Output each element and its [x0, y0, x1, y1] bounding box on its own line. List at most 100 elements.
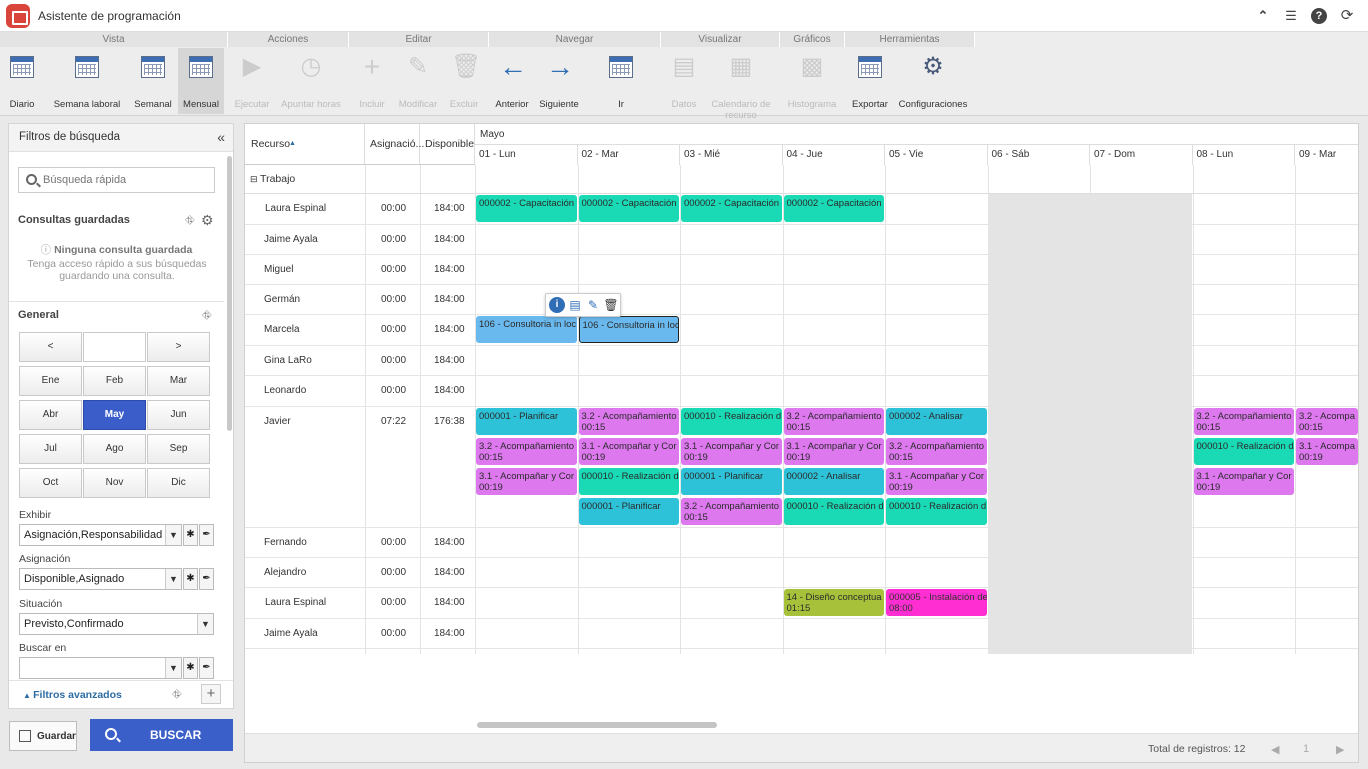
schedule-event[interactable]: 000010 - Realización d — [1193, 438, 1294, 465]
month-jun[interactable]: Jun — [147, 400, 210, 430]
month-feb[interactable]: Feb — [83, 366, 146, 396]
clear-filter-icon[interactable]: ✒ — [199, 568, 214, 590]
schedule-event[interactable]: 3.2 - Acompa 00:15 — [1296, 408, 1358, 435]
advanced-filters-toggle[interactable]: ▲ Filtros avanzados ⛗ + — [9, 680, 233, 708]
collapse-panel-icon[interactable]: « — [217, 129, 225, 145]
log-hours-button[interactable]: ◷ Apuntar horas — [278, 48, 344, 114]
month-jan[interactable]: Ene — [19, 366, 82, 396]
schedule-event[interactable]: 000010 - Realización d — [681, 408, 782, 435]
edit-icon[interactable]: ✎ — [585, 297, 601, 313]
data-button[interactable]: ▤ Datos — [666, 48, 702, 114]
schedule-event[interactable]: 3.2 - Acompañamiento 00:15 — [1193, 408, 1294, 435]
quick-search-box[interactable] — [18, 167, 215, 193]
schedule-event[interactable]: 000001 - Planificar — [681, 468, 782, 495]
add-filter-icon[interactable]: + — [201, 684, 221, 704]
view-weekly-button[interactable]: Semanal — [133, 48, 173, 114]
sidebar-scrollbar-thumb[interactable] — [227, 156, 232, 431]
list-icon[interactable]: ☰ — [1283, 8, 1299, 24]
details-icon[interactable]: ▤ — [567, 297, 583, 313]
situacion-select[interactable]: Previsto,Confirmado ▼ — [19, 613, 214, 635]
column-header-resource[interactable]: Recurso ▲ — [245, 124, 365, 165]
info-icon[interactable]: i — [549, 297, 565, 313]
next-page-button[interactable]: ▶ — [1336, 743, 1344, 756]
clear-filter-icon[interactable]: ✒ — [199, 657, 214, 679]
column-header-available[interactable]: Disponible — [420, 124, 475, 165]
schedule-event[interactable]: 000005 - Instalación de 08:00 — [886, 589, 987, 616]
schedule-event[interactable]: 3.2 - Acompañamiento 00:15 — [783, 408, 884, 435]
schedule-event[interactable]: 000001 - Planificar — [578, 498, 679, 525]
quick-search-input[interactable] — [43, 173, 203, 187]
include-button[interactable]: + Incluir — [354, 48, 390, 114]
schedule-event[interactable]: 3.2 - Acompañamiento 00:15 — [578, 408, 679, 435]
schedule-event[interactable]: 3.2 - Acompañamiento 00:15 — [886, 438, 987, 465]
schedule-event[interactable]: 000010 - Realización d — [886, 498, 987, 525]
schedule-event[interactable]: 14 - Diseño conceptua 01:15 — [783, 589, 884, 616]
schedule-event[interactable]: 3.1 - Acompañar y Cor 00:19 — [681, 438, 782, 465]
modify-button[interactable]: ✎ Modificar — [396, 48, 440, 114]
schedule-event[interactable]: 000002 - Analisar — [783, 468, 884, 495]
execute-button[interactable]: ▶ Ejecutar — [232, 48, 272, 114]
next-year-button[interactable]: > — [147, 332, 210, 362]
trash-icon[interactable]: 🗑 — [603, 297, 619, 313]
view-monthly-button[interactable]: Mensual — [178, 48, 224, 114]
settings-button[interactable]: ⚙ Configuraciones — [897, 48, 969, 114]
buscar-en-select[interactable]: ▼ — [19, 657, 182, 679]
schedule-event[interactable]: 000010 - Realización d — [578, 468, 679, 495]
asignacion-select[interactable]: Disponible,Asignado ▼ — [19, 568, 182, 590]
go-to-button[interactable]: Ir — [600, 48, 642, 114]
schedule-event[interactable]: 000002 - Analisar — [886, 408, 987, 435]
previous-button[interactable]: ← Anterior — [492, 48, 532, 114]
schedule-event[interactable]: 3.1 - Acompañar y Cor 00:19 — [578, 438, 679, 465]
month-may[interactable]: May — [83, 400, 146, 430]
broom-icon[interactable]: ⛗ — [202, 308, 212, 323]
schedule-event[interactable]: 3.1 - Acompañar y Cor 00:19 — [783, 438, 884, 465]
select-all-button[interactable]: ✱ — [183, 568, 198, 590]
month-mar[interactable]: Mar — [147, 366, 210, 396]
view-workweek-button[interactable]: Semana laboral — [46, 48, 128, 114]
next-button[interactable]: → Siguiente — [538, 48, 580, 114]
export-button[interactable]: Exportar — [850, 48, 890, 114]
month-oct[interactable]: Oct — [19, 468, 82, 498]
schedule-event[interactable]: 3.1 - Acompañar y Cor 00:19 — [1193, 468, 1294, 495]
horizontal-scrollbar-thumb[interactable] — [477, 722, 717, 728]
prev-year-button[interactable]: < — [19, 332, 82, 362]
gear-icon[interactable]: ⚙ — [201, 212, 214, 229]
select-all-button[interactable]: ✱ — [183, 524, 198, 546]
month-sep[interactable]: Sep — [147, 434, 210, 464]
schedule-event[interactable]: 106 - Consultoria in loc — [476, 316, 577, 343]
clear-filter-icon[interactable]: ✒ — [199, 524, 214, 546]
schedule-event[interactable]: 000002 - Capacitación — [476, 195, 577, 222]
schedule-event[interactable]: 000002 - Capacitación — [783, 195, 884, 222]
schedule-event[interactable]: 000002 - Capacitación — [681, 195, 782, 222]
view-daily-button[interactable]: Diario — [4, 48, 40, 114]
schedule-event[interactable]: 3.1 - Acompañar y Cor 00:19 — [476, 468, 577, 495]
column-header-assignment[interactable]: Asignació... — [365, 124, 424, 165]
schedule-event[interactable]: 000010 - Realización d — [783, 498, 884, 525]
save-button[interactable]: Guardar — [9, 721, 77, 751]
histogram-button[interactable]: ▩ Histograma — [785, 48, 839, 114]
exclude-button[interactable]: 🗑 Excluir — [446, 48, 482, 114]
schedule-event[interactable]: 3.2 - Acompañamiento 00:15 — [681, 498, 782, 525]
schedule-event[interactable]: 3.2 - Acompañamiento 00:15 — [476, 438, 577, 465]
exhibir-select[interactable]: Asignación,Responsabilidad ▼ — [19, 524, 182, 546]
sidebar-scrollbar[interactable] — [227, 156, 232, 676]
schedule-event[interactable]: 000001 - Planificar — [476, 408, 577, 435]
resource-calendar-button[interactable]: ▦ Calendario de recurso — [708, 48, 774, 122]
help-icon[interactable]: ? — [1311, 8, 1327, 24]
month-nov[interactable]: Nov — [83, 468, 146, 498]
month-dec[interactable]: Dic — [147, 468, 210, 498]
schedule-event[interactable]: 3.1 - Acompa 00:19 — [1296, 438, 1358, 465]
broom-icon[interactable]: ⛗ — [172, 687, 182, 702]
schedule-event[interactable]: 000002 - Capacitación — [578, 195, 679, 222]
broom-icon[interactable]: ⛗ — [185, 213, 195, 228]
month-jul[interactable]: Jul — [19, 434, 82, 464]
collapse-up-icon[interactable]: ⌃ — [1255, 8, 1271, 24]
search-button[interactable]: BUSCAR — [90, 719, 233, 751]
select-all-button[interactable]: ✱ — [183, 657, 198, 679]
prev-page-button[interactable]: ◀ — [1271, 743, 1279, 756]
month-aug[interactable]: Ago — [83, 434, 146, 464]
schedule-event[interactable]: 3.1 - Acompañar y Cor 00:19 — [886, 468, 987, 495]
schedule-event[interactable]: 106 - Consultoria in loc — [578, 316, 679, 343]
refresh-icon[interactable]: ⟳ — [1339, 8, 1355, 24]
month-apr[interactable]: Abr — [19, 400, 82, 430]
